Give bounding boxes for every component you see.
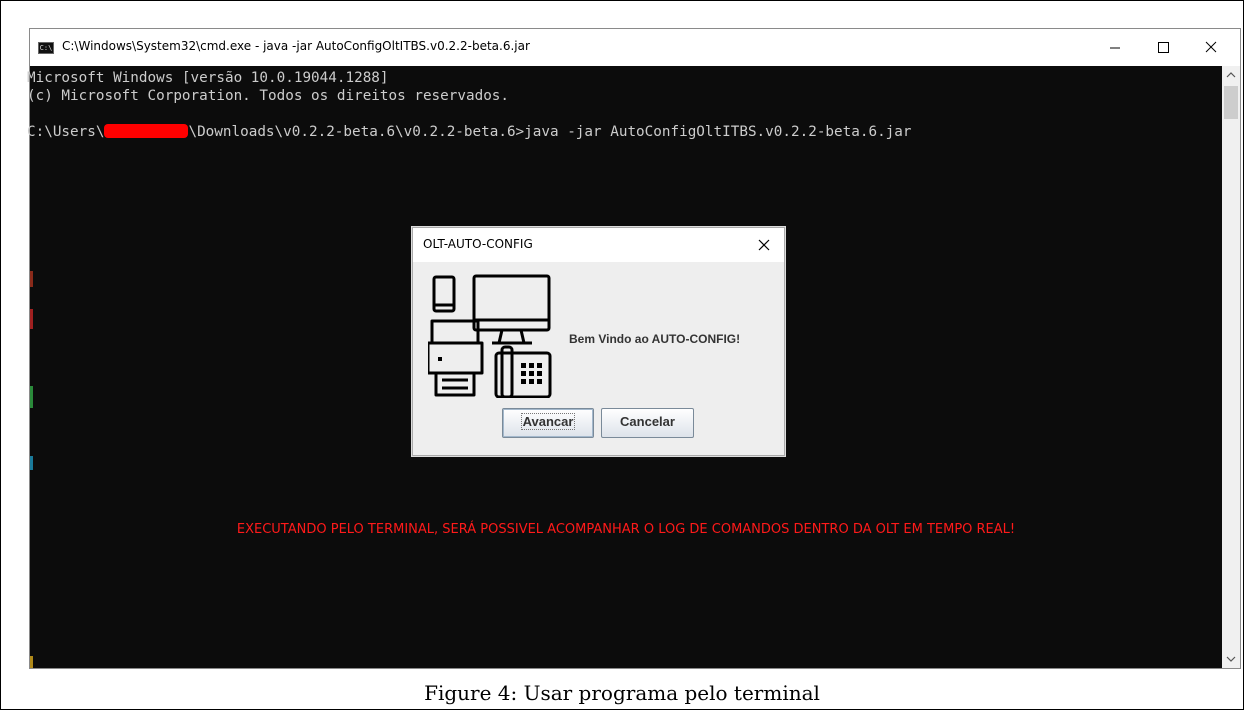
scroll-down-button[interactable] xyxy=(1222,650,1240,668)
console-line-version: Microsoft Windows [versão 10.0.19044.128… xyxy=(27,70,389,86)
figure-caption: Figure 4: Usar programa pelo terminal xyxy=(424,681,820,705)
window-titlebar[interactable]: C:\ C:\Windows\System32\cmd.exe - java -… xyxy=(30,29,1240,66)
minimize-button[interactable] xyxy=(1092,29,1138,66)
cancelar-button[interactable]: Cancelar xyxy=(601,408,694,438)
prompt-prefix: C:\Users\ xyxy=(27,124,105,140)
dialog-titlebar[interactable]: OLT-AUTO-CONFIG xyxy=(413,228,784,262)
olt-auto-config-dialog: OLT-AUTO-CONFIG Bem Vindo ao AUTO-CONFIG… xyxy=(412,227,785,456)
avancar-label: Avancar xyxy=(520,413,576,430)
maximize-button[interactable] xyxy=(1140,29,1186,66)
window-title: C:\Windows\System32\cmd.exe - java -jar … xyxy=(62,39,530,53)
cmd-icon: C:\ xyxy=(38,42,54,54)
devices-illustration xyxy=(428,274,552,398)
console-prompt-line: C:\Users\ \Downloads\v0.2.2-beta.6\v0.2.2… xyxy=(27,123,912,141)
close-icon xyxy=(1205,41,1217,53)
chevron-up-icon xyxy=(1226,72,1236,78)
welcome-message: Bem Vindo ao AUTO-CONFIG! xyxy=(569,332,741,346)
left-edge-mark xyxy=(30,456,33,470)
vertical-scrollbar[interactable] xyxy=(1222,66,1240,668)
maximize-icon xyxy=(1158,42,1169,53)
left-edge-mark xyxy=(30,386,33,408)
avancar-button[interactable]: Avancar xyxy=(502,408,594,438)
scroll-up-button[interactable] xyxy=(1222,66,1240,84)
close-button[interactable] xyxy=(1188,29,1234,66)
redacted-username xyxy=(104,124,189,138)
dialog-title: OLT-AUTO-CONFIG xyxy=(423,237,533,251)
terminal-notice: EXECUTANDO PELO TERMINAL, SERÁ POSSIVEL … xyxy=(236,522,1016,537)
scroll-thumb[interactable] xyxy=(1224,86,1238,119)
dialog-close-button[interactable] xyxy=(753,234,775,256)
left-edge-mark xyxy=(30,656,33,668)
left-edge-mark xyxy=(30,309,33,329)
left-edge-mark xyxy=(30,271,33,287)
minimize-icon xyxy=(1110,47,1120,49)
close-icon xyxy=(758,239,770,251)
chevron-down-icon xyxy=(1226,656,1236,662)
prompt-command: \Downloads\v0.2.2-beta.6\v0.2.2-beta.6>j… xyxy=(188,124,912,140)
console-line-copyright: (c) Microsoft Corporation. Todos os dire… xyxy=(27,88,510,104)
